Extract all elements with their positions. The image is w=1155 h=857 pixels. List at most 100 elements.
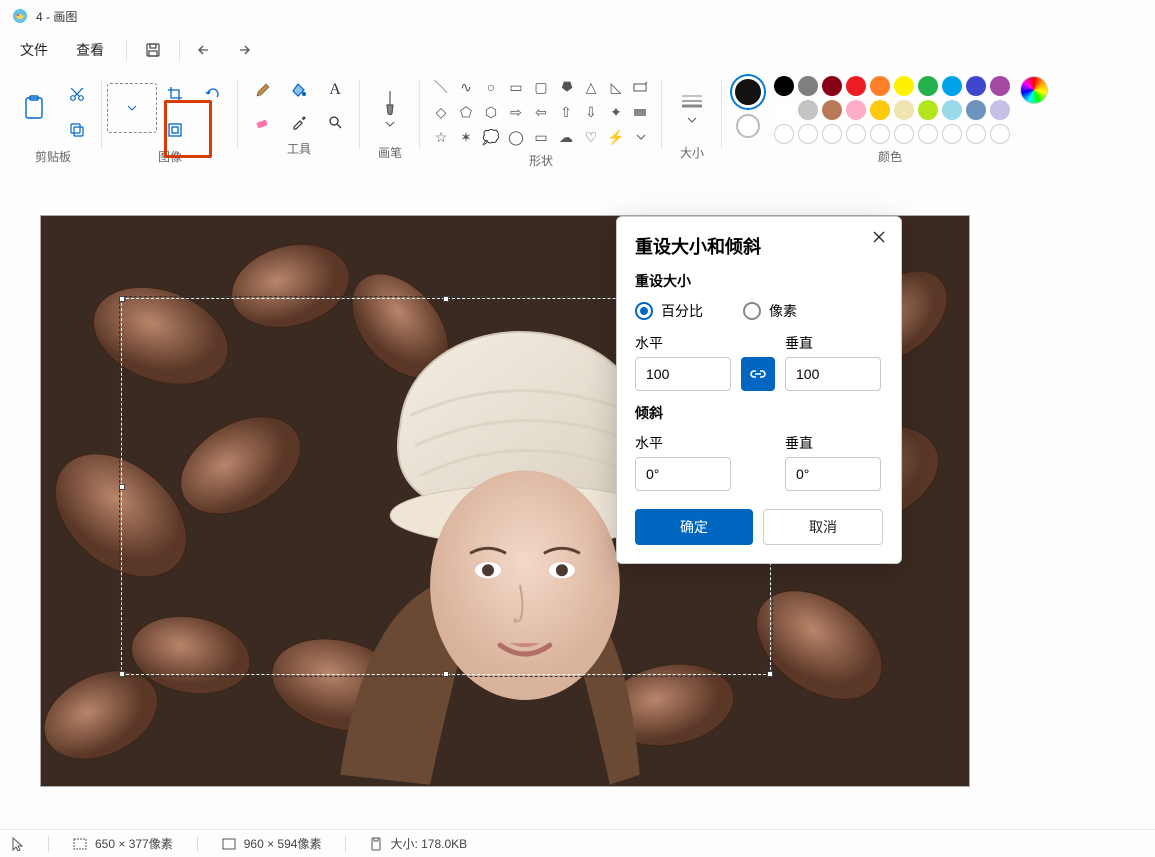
close-icon[interactable] xyxy=(867,225,891,249)
shape-rect-icon[interactable]: ▭ xyxy=(505,76,527,98)
color2-swatch[interactable] xyxy=(736,114,760,138)
color-swatch[interactable] xyxy=(966,76,986,96)
color-swatch[interactable] xyxy=(918,100,938,120)
undo-icon[interactable] xyxy=(190,34,222,66)
palette-row3 xyxy=(774,124,1010,144)
redo-icon[interactable] xyxy=(226,34,258,66)
input-resize-v[interactable] xyxy=(785,357,881,391)
color-swatch-empty[interactable] xyxy=(846,124,866,144)
pencil-icon[interactable] xyxy=(248,76,278,104)
shape-rect-call-icon[interactable]: ▭ xyxy=(530,126,552,148)
shape-triangle-icon[interactable]: △ xyxy=(580,76,602,98)
color-swatch[interactable] xyxy=(966,100,986,120)
menu-file[interactable]: 文件 xyxy=(8,34,60,66)
copy-icon[interactable] xyxy=(62,116,92,144)
size-button[interactable] xyxy=(672,76,712,140)
shape-outline-icon[interactable] xyxy=(630,76,652,98)
radio-pixels[interactable]: 像素 xyxy=(743,301,797,321)
edit-colors-icon[interactable] xyxy=(1020,76,1048,104)
shape-oval-icon[interactable]: ○ xyxy=(480,76,502,98)
color-swatch-empty[interactable] xyxy=(990,124,1010,144)
color-swatch[interactable] xyxy=(990,100,1010,120)
shape-rtriangle-icon[interactable]: ◺ xyxy=(605,76,627,98)
cancel-button[interactable]: 取消 xyxy=(763,509,883,545)
color-swatch-empty[interactable] xyxy=(918,124,938,144)
color-swatch[interactable] xyxy=(774,76,794,96)
shape-6star-icon[interactable]: ✶ xyxy=(455,126,477,148)
color-swatch-empty[interactable] xyxy=(966,124,986,144)
input-resize-h[interactable] xyxy=(635,357,731,391)
shape-pentagon-icon[interactable]: ⬠ xyxy=(455,101,477,123)
color-swatch[interactable] xyxy=(822,76,842,96)
text-icon[interactable]: A xyxy=(320,76,350,104)
shape-line-icon[interactable]: ＼ xyxy=(430,76,452,98)
shape-polygon-icon[interactable]: ⯂ xyxy=(555,76,577,98)
color-swatch[interactable] xyxy=(822,100,842,120)
file-size: 大小: 178.0KB xyxy=(370,835,467,852)
shape-arrowd-icon[interactable]: ⇩ xyxy=(580,101,602,123)
color-swatch[interactable] xyxy=(990,76,1010,96)
group-size: 大小 xyxy=(662,70,722,171)
magnifier-icon[interactable] xyxy=(320,108,350,136)
input-skew-v[interactable] xyxy=(785,457,881,491)
color-swatch-empty[interactable] xyxy=(822,124,842,144)
color-swatch[interactable] xyxy=(798,100,818,120)
eyedropper-icon[interactable] xyxy=(284,108,314,136)
shape-roundcall-icon[interactable]: 💭 xyxy=(480,126,502,148)
color-swatch[interactable] xyxy=(846,76,866,96)
cut-icon[interactable] xyxy=(62,80,92,108)
shape-heart-icon[interactable]: ♡ xyxy=(580,126,602,148)
shape-arrowr-icon[interactable]: ⇨ xyxy=(505,101,527,123)
color-swatch[interactable] xyxy=(894,76,914,96)
color-swatch[interactable] xyxy=(798,76,818,96)
color-swatch[interactable] xyxy=(942,76,962,96)
color-swatch-empty[interactable] xyxy=(774,124,794,144)
fill-icon[interactable] xyxy=(284,76,314,104)
color-swatch-empty[interactable] xyxy=(870,124,890,144)
ok-button[interactable]: 确定 xyxy=(635,509,753,545)
label-skew-v: 垂直 xyxy=(785,433,881,453)
shapes-gallery[interactable]: ＼ ∿ ○ ▭ ▢ ⯂ △ ◺ ◇ ⬠ ⬡ ⇨ ⇦ ⇧ ⇩ ✦ ☆ ✶ 💭 xyxy=(430,76,652,148)
color-swatch[interactable] xyxy=(870,100,890,120)
label-horizontal: 水平 xyxy=(635,333,731,353)
group-label: 图像 xyxy=(158,148,182,165)
color-swatch-empty[interactable] xyxy=(942,124,962,144)
color1-swatch[interactable] xyxy=(732,76,764,108)
color-swatch[interactable] xyxy=(894,100,914,120)
color-swatch[interactable] xyxy=(846,100,866,120)
group-label: 剪贴板 xyxy=(35,148,71,165)
shape-fill-icon[interactable] xyxy=(630,101,652,123)
save-icon[interactable] xyxy=(137,34,169,66)
menu-view[interactable]: 查看 xyxy=(64,34,116,66)
color-swatch[interactable] xyxy=(942,100,962,120)
divider xyxy=(126,39,127,61)
select-button[interactable] xyxy=(112,76,152,140)
color-swatch[interactable] xyxy=(870,76,890,96)
link-aspect-icon[interactable] xyxy=(741,357,775,391)
resize-icon[interactable] xyxy=(160,116,190,144)
shape-more-icon[interactable] xyxy=(630,126,652,148)
color-swatch[interactable] xyxy=(774,100,794,120)
input-skew-h[interactable] xyxy=(635,457,731,491)
color-swatch[interactable] xyxy=(918,76,938,96)
shape-arrowu-icon[interactable]: ⇧ xyxy=(555,101,577,123)
shape-arrowl-icon[interactable]: ⇦ xyxy=(530,101,552,123)
shape-cloud-icon[interactable]: ☁ xyxy=(555,126,577,148)
paste-button[interactable] xyxy=(14,76,54,140)
shape-roundrect-icon[interactable]: ▢ xyxy=(530,76,552,98)
radio-percent[interactable]: 百分比 xyxy=(635,301,703,321)
shape-5star-icon[interactable]: ☆ xyxy=(430,126,452,148)
shape-4star-icon[interactable]: ✦ xyxy=(605,101,627,123)
shape-diamond-icon[interactable]: ◇ xyxy=(430,101,452,123)
brushes-button[interactable] xyxy=(370,76,410,140)
shape-hexagon-icon[interactable]: ⬡ xyxy=(480,101,502,123)
shape-lightning-icon[interactable]: ⚡ xyxy=(605,126,627,148)
crop-icon[interactable] xyxy=(160,80,190,108)
color-swatch-empty[interactable] xyxy=(894,124,914,144)
rotate-icon[interactable] xyxy=(198,80,228,108)
ribbon: 剪贴板 图像 A xyxy=(0,68,1155,175)
shape-curve-icon[interactable]: ∿ xyxy=(455,76,477,98)
color-swatch-empty[interactable] xyxy=(798,124,818,144)
eraser-icon[interactable] xyxy=(248,108,278,136)
shape-oval2-icon[interactable]: ◯ xyxy=(505,126,527,148)
